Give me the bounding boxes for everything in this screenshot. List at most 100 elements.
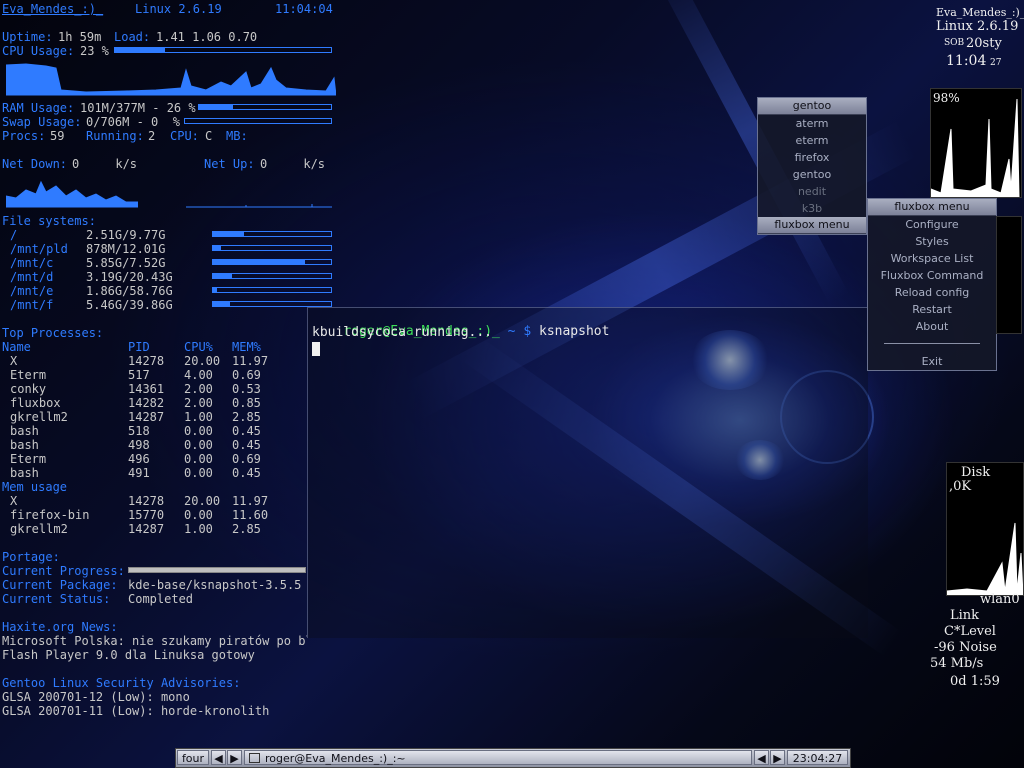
mem-process-cpu: 0.00 bbox=[184, 508, 213, 522]
top-process-pid: 14361 bbox=[128, 382, 165, 396]
uptime-label: Uptime: bbox=[2, 30, 53, 44]
news-item: Flash Player 9.0 dla Linuksa gotowy bbox=[2, 648, 255, 662]
top-process-pid: 14278 bbox=[128, 354, 165, 368]
fluxbox-menu-title[interactable]: fluxbox menu bbox=[868, 199, 996, 216]
top-process-pid: 496 bbox=[128, 452, 150, 466]
fs-mount: /mnt/c bbox=[10, 256, 54, 270]
next-workspace-button[interactable]: ▶ bbox=[227, 750, 242, 765]
menu-item-nedit[interactable]: nedit bbox=[758, 183, 866, 200]
netdown-graph bbox=[6, 180, 138, 208]
uptime-value: 1h 59m bbox=[58, 30, 102, 44]
gentoo-menu-title[interactable]: gentoo bbox=[758, 98, 866, 115]
gk-seconds: 27 bbox=[990, 58, 1002, 68]
fs-bar bbox=[212, 245, 332, 251]
menu-item-reload-config[interactable]: Reload config bbox=[868, 284, 996, 301]
gk-wlan-label: wlan0 bbox=[980, 592, 1020, 607]
mem-process-mem: 11.97 bbox=[232, 494, 269, 508]
fs-usage: 5.46G/39.86G bbox=[86, 298, 173, 312]
top-process-mem: 0.69 bbox=[232, 452, 261, 466]
cpu-temp-value: C bbox=[205, 129, 213, 143]
menu-item-styles[interactable]: Styles bbox=[868, 233, 996, 250]
top-process-cpu: 20.00 bbox=[184, 354, 221, 368]
mem-process-mem: 11.60 bbox=[232, 508, 269, 522]
top-process-mem: 2.85 bbox=[232, 410, 261, 424]
fs-mount: /mnt/d bbox=[10, 270, 54, 284]
fs-bar bbox=[212, 231, 332, 237]
gk-date: 20sty bbox=[966, 36, 1002, 51]
fs-usage: 2.51G/9.77G bbox=[86, 228, 166, 242]
gentoo-menu-footer[interactable]: fluxbox menu bbox=[758, 217, 866, 234]
swap-bar bbox=[184, 118, 332, 124]
fs-mount: / bbox=[10, 228, 18, 242]
fluxbox-toolbar: four ◀ ▶ roger@Eva_Mendes_:)_:~ ◀ ▶ 23:0… bbox=[175, 748, 851, 768]
fs-bar bbox=[212, 259, 332, 265]
mem-process-pid: 15770 bbox=[128, 508, 165, 522]
menu-item-workspace-list[interactable]: Workspace List bbox=[868, 250, 996, 267]
terminal-window[interactable]: roger@Eva_Mendes_:)_ ~ $ ksnapshot kbuil… bbox=[307, 307, 868, 638]
portage-progress-bar bbox=[128, 567, 306, 573]
load-label: Load: bbox=[114, 30, 151, 44]
top-process-name: X bbox=[10, 354, 18, 368]
conky-hostname: Eva_Mendes_:)_ bbox=[2, 2, 104, 16]
top-process-cpu: 1.00 bbox=[184, 410, 213, 424]
prev-window-button[interactable]: ◀ bbox=[754, 750, 769, 765]
next-window-button[interactable]: ▶ bbox=[770, 750, 785, 765]
menu-item-restart[interactable]: Restart bbox=[868, 301, 996, 318]
gentoo-menu[interactable]: gentoo aterm eterm firefox gentoo nedit … bbox=[757, 97, 867, 235]
fluxbox-menu[interactable]: fluxbox menu Configure Styles Workspace … bbox=[867, 198, 997, 371]
top-process-name: bash bbox=[10, 466, 39, 480]
menu-item-exit[interactable]: Exit bbox=[868, 353, 996, 370]
top-process-pid: 498 bbox=[128, 438, 150, 452]
gk-cpu-chart: 98% bbox=[930, 88, 1022, 198]
status-label: Current Status: bbox=[2, 592, 111, 606]
swap-label: Swap Usage: bbox=[2, 115, 82, 129]
toolbar-clock: 23:04:27 bbox=[787, 750, 848, 765]
cpu-label: CPU Usage: bbox=[2, 44, 75, 58]
cpu-bar bbox=[114, 47, 332, 53]
gk-kernel: Linux 2.6.19 bbox=[936, 19, 1019, 34]
mem-process-cpu: 20.00 bbox=[184, 494, 221, 508]
top-process-name: bash bbox=[10, 438, 39, 452]
gk-day: sob bbox=[944, 38, 965, 48]
terminal-cursor bbox=[312, 342, 320, 356]
cpu-temp-label: CPU: bbox=[170, 129, 199, 143]
menu-item-about[interactable]: About bbox=[868, 318, 996, 335]
prev-workspace-button[interactable]: ◀ bbox=[211, 750, 226, 765]
menu-item-k3b[interactable]: k3b bbox=[758, 200, 866, 217]
gk-uptime: 0d 1:59 bbox=[950, 674, 1000, 689]
top-process-cpu: 0.00 bbox=[184, 424, 213, 438]
top-process-name: bash bbox=[10, 424, 39, 438]
swap-value: 0/706M - 0 % bbox=[86, 115, 180, 129]
news-item: Microsoft Polska: nie szukamy piratów po… bbox=[2, 634, 307, 648]
menu-separator bbox=[868, 335, 996, 353]
menu-item-gentoo[interactable]: gentoo bbox=[758, 166, 866, 183]
mem-process-pid: 14287 bbox=[128, 522, 165, 536]
top-process-mem: 0.85 bbox=[232, 396, 261, 410]
col-cpu: CPU% bbox=[184, 340, 213, 354]
netup-value: 0 k/s bbox=[260, 157, 326, 171]
top-process-cpu: 0.00 bbox=[184, 466, 213, 480]
menu-item-configure[interactable]: Configure bbox=[868, 216, 996, 233]
col-mem: MEM% bbox=[232, 340, 261, 354]
menu-item-aterm[interactable]: aterm bbox=[758, 115, 866, 132]
taskbar-window[interactable]: roger@Eva_Mendes_:)_:~ bbox=[244, 750, 752, 765]
gk-proc-chart bbox=[996, 216, 1022, 334]
netup-graph bbox=[186, 204, 332, 208]
top-process-pid: 491 bbox=[128, 466, 150, 480]
top-process-mem: 11.97 bbox=[232, 354, 269, 368]
workspace-name[interactable]: four bbox=[177, 750, 209, 765]
gk-level: C*Level bbox=[944, 624, 996, 639]
fs-bar bbox=[212, 273, 332, 279]
menu-item-eterm[interactable]: eterm bbox=[758, 132, 866, 149]
top-process-pid: 14287 bbox=[128, 410, 165, 424]
fs-header: File systems: bbox=[2, 214, 96, 228]
conky-time: 11:04:04 bbox=[275, 2, 333, 16]
running-value: 2 bbox=[148, 129, 156, 143]
terminal-output: kbuildsycoca running... bbox=[312, 325, 493, 340]
mem-process-name: firefox-bin bbox=[10, 508, 90, 522]
fs-mount: /mnt/pld bbox=[10, 242, 68, 256]
menu-item-firefox[interactable]: firefox bbox=[758, 149, 866, 166]
gk-clock: 11:04 bbox=[946, 53, 987, 69]
menu-item-fluxbox-command[interactable]: Fluxbox Command bbox=[868, 267, 996, 284]
top-process-pid: 14282 bbox=[128, 396, 165, 410]
